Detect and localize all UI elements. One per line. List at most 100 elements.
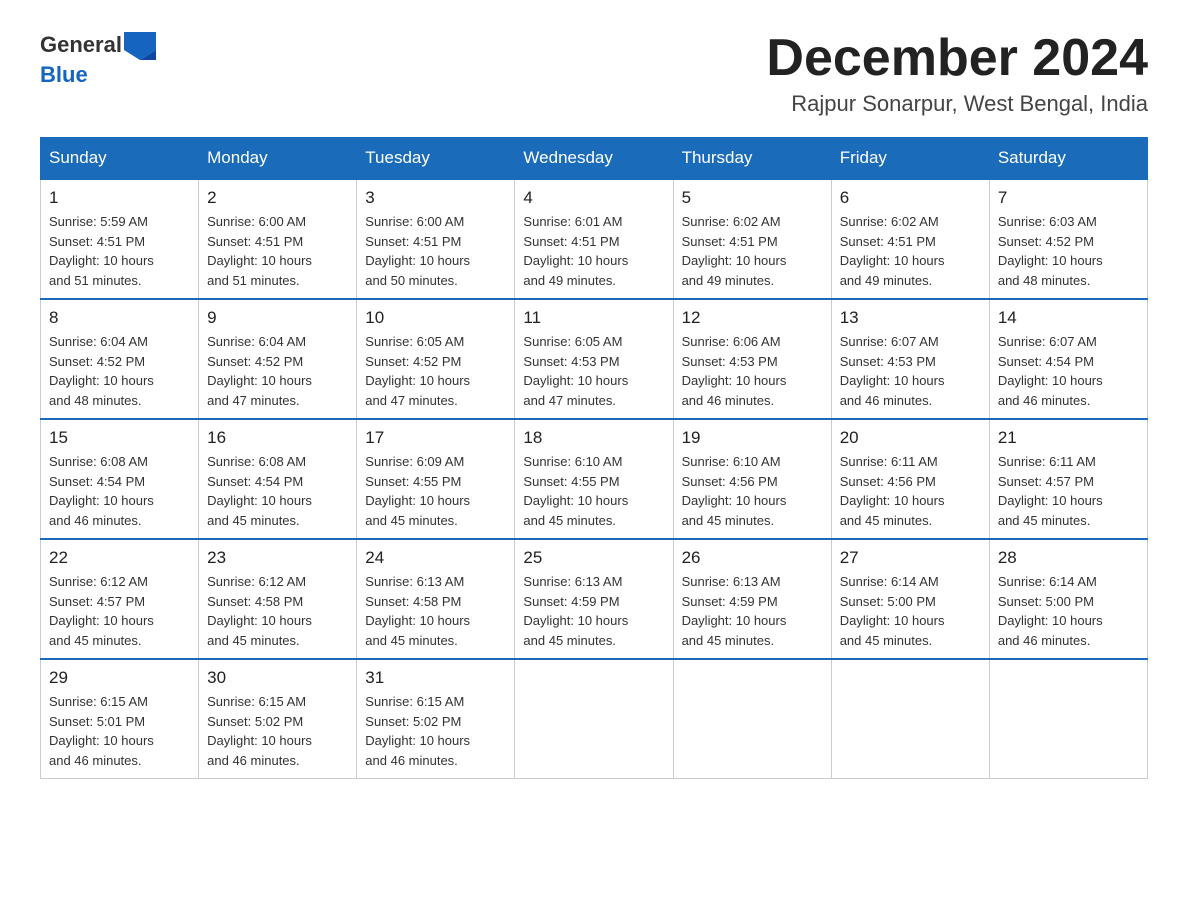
calendar-day-25: 25 Sunrise: 6:13 AMSunset: 4:59 PMDayligh… bbox=[515, 539, 673, 659]
calendar-week-4: 22 Sunrise: 6:12 AMSunset: 4:57 PMDayligh… bbox=[41, 539, 1148, 659]
calendar-day-16: 16Sunrise: 6:08 AMSunset: 4:54 PMDayligh… bbox=[199, 419, 357, 539]
day-number-30: 30 bbox=[207, 668, 348, 688]
day-info-10: Sunrise: 6:05 AMSunset: 4:52 PMDaylight:… bbox=[365, 332, 506, 410]
day-number-7: 7 bbox=[998, 188, 1139, 208]
day-number-10: 10 bbox=[365, 308, 506, 328]
calendar-day-20: 20 Sunrise: 6:11 AMSunset: 4:56 PMDayligh… bbox=[831, 419, 989, 539]
header-saturday: Saturday bbox=[989, 138, 1147, 180]
day-info-28: Sunrise: 6:14 AMSunset: 5:00 PMDaylight:… bbox=[998, 572, 1139, 650]
day-info-26: Sunrise: 6:13 AMSunset: 4:59 PMDaylight:… bbox=[682, 572, 823, 650]
calendar-day-17: 17 Sunrise: 6:09 AMSunset: 4:55 PMDayligh… bbox=[357, 419, 515, 539]
calendar-day-30: 30 Sunrise: 6:15 AMSunset: 5:02 PMDayligh… bbox=[199, 659, 357, 779]
day-number-4: 4 bbox=[523, 188, 664, 208]
calendar-day-1: 1 Sunrise: 5:59 AMSunset: 4:51 PMDaylight… bbox=[41, 179, 199, 299]
day-number-29: 29 bbox=[49, 668, 190, 688]
calendar-day-19: 19Sunrise: 6:10 AMSunset: 4:56 PMDayligh… bbox=[673, 419, 831, 539]
day-info-15: Sunrise: 6:08 AMSunset: 4:54 PMDaylight:… bbox=[49, 452, 190, 530]
calendar-day-31: 31Sunrise: 6:15 AMSunset: 5:02 PMDayligh… bbox=[357, 659, 515, 779]
day-info-5: Sunrise: 6:02 AMSunset: 4:51 PMDaylight:… bbox=[682, 212, 823, 290]
day-info-4: Sunrise: 6:01 AMSunset: 4:51 PMDaylight:… bbox=[523, 212, 664, 290]
day-number-8: 8 bbox=[49, 308, 190, 328]
day-info-25: Sunrise: 6:13 AMSunset: 4:59 PMDaylight:… bbox=[523, 572, 664, 650]
header-tuesday: Tuesday bbox=[357, 138, 515, 180]
day-number-24: 24 bbox=[365, 548, 506, 568]
day-info-1: Sunrise: 5:59 AMSunset: 4:51 PMDaylight:… bbox=[49, 212, 190, 290]
day-number-16: 16 bbox=[207, 428, 348, 448]
day-number-6: 6 bbox=[840, 188, 981, 208]
calendar-empty-4-6 bbox=[989, 659, 1147, 779]
header-thursday: Thursday bbox=[673, 138, 831, 180]
day-number-27: 27 bbox=[840, 548, 981, 568]
calendar-day-28: 28 Sunrise: 6:14 AMSunset: 5:00 PMDayligh… bbox=[989, 539, 1147, 659]
calendar-day-13: 13 Sunrise: 6:07 AMSunset: 4:53 PMDayligh… bbox=[831, 299, 989, 419]
day-number-9: 9 bbox=[207, 308, 348, 328]
day-info-2: Sunrise: 6:00 AMSunset: 4:51 PMDaylight:… bbox=[207, 212, 348, 290]
header: General Blue December 2024 Rajpur Sonarp… bbox=[40, 30, 1148, 117]
day-number-18: 18 bbox=[523, 428, 664, 448]
day-info-19: Sunrise: 6:10 AMSunset: 4:56 PMDaylight:… bbox=[682, 452, 823, 530]
day-info-7: Sunrise: 6:03 AMSunset: 4:52 PMDaylight:… bbox=[998, 212, 1139, 290]
day-info-9: Sunrise: 6:04 AMSunset: 4:52 PMDaylight:… bbox=[207, 332, 348, 410]
calendar-day-15: 15Sunrise: 6:08 AMSunset: 4:54 PMDayligh… bbox=[41, 419, 199, 539]
day-info-6: Sunrise: 6:02 AMSunset: 4:51 PMDaylight:… bbox=[840, 212, 981, 290]
calendar-week-3: 15Sunrise: 6:08 AMSunset: 4:54 PMDayligh… bbox=[41, 419, 1148, 539]
calendar-day-7: 7 Sunrise: 6:03 AMSunset: 4:52 PMDaylight… bbox=[989, 179, 1147, 299]
calendar: SundayMondayTuesdayWednesdayThursdayFrid… bbox=[40, 137, 1148, 779]
calendar-day-23: 23Sunrise: 6:12 AMSunset: 4:58 PMDayligh… bbox=[199, 539, 357, 659]
logo-icon bbox=[124, 32, 156, 60]
day-info-24: Sunrise: 6:13 AMSunset: 4:58 PMDaylight:… bbox=[365, 572, 506, 650]
day-number-3: 3 bbox=[365, 188, 506, 208]
day-number-17: 17 bbox=[365, 428, 506, 448]
calendar-day-2: 2 Sunrise: 6:00 AMSunset: 4:51 PMDaylight… bbox=[199, 179, 357, 299]
logo: General Blue bbox=[40, 30, 156, 88]
day-info-20: Sunrise: 6:11 AMSunset: 4:56 PMDaylight:… bbox=[840, 452, 981, 530]
day-info-21: Sunrise: 6:11 AMSunset: 4:57 PMDaylight:… bbox=[998, 452, 1139, 530]
day-number-12: 12 bbox=[682, 308, 823, 328]
calendar-day-8: 8 Sunrise: 6:04 AMSunset: 4:52 PMDaylight… bbox=[41, 299, 199, 419]
day-number-25: 25 bbox=[523, 548, 664, 568]
calendar-day-12: 12 Sunrise: 6:06 AMSunset: 4:53 PMDayligh… bbox=[673, 299, 831, 419]
header-wednesday: Wednesday bbox=[515, 138, 673, 180]
header-friday: Friday bbox=[831, 138, 989, 180]
day-number-1: 1 bbox=[49, 188, 190, 208]
header-sunday: Sunday bbox=[41, 138, 199, 180]
day-info-3: Sunrise: 6:00 AMSunset: 4:51 PMDaylight:… bbox=[365, 212, 506, 290]
month-title: December 2024 bbox=[766, 30, 1148, 87]
calendar-day-10: 10 Sunrise: 6:05 AMSunset: 4:52 PMDayligh… bbox=[357, 299, 515, 419]
calendar-week-1: 1 Sunrise: 5:59 AMSunset: 4:51 PMDaylight… bbox=[41, 179, 1148, 299]
day-info-12: Sunrise: 6:06 AMSunset: 4:53 PMDaylight:… bbox=[682, 332, 823, 410]
calendar-week-2: 8 Sunrise: 6:04 AMSunset: 4:52 PMDaylight… bbox=[41, 299, 1148, 419]
day-info-18: Sunrise: 6:10 AMSunset: 4:55 PMDaylight:… bbox=[523, 452, 664, 530]
day-number-13: 13 bbox=[840, 308, 981, 328]
day-number-14: 14 bbox=[998, 308, 1139, 328]
day-number-26: 26 bbox=[682, 548, 823, 568]
day-number-20: 20 bbox=[840, 428, 981, 448]
day-number-23: 23 bbox=[207, 548, 348, 568]
day-number-11: 11 bbox=[523, 308, 664, 328]
day-info-22: Sunrise: 6:12 AMSunset: 4:57 PMDaylight:… bbox=[49, 572, 190, 650]
calendar-day-26: 26 Sunrise: 6:13 AMSunset: 4:59 PMDayligh… bbox=[673, 539, 831, 659]
calendar-empty-4-5 bbox=[831, 659, 989, 779]
title-area: December 2024 Rajpur Sonarpur, West Beng… bbox=[766, 30, 1148, 117]
calendar-day-27: 27Sunrise: 6:14 AMSunset: 5:00 PMDayligh… bbox=[831, 539, 989, 659]
day-number-2: 2 bbox=[207, 188, 348, 208]
logo-text-general: General bbox=[40, 32, 122, 58]
calendar-day-22: 22 Sunrise: 6:12 AMSunset: 4:57 PMDayligh… bbox=[41, 539, 199, 659]
calendar-empty-4-3 bbox=[515, 659, 673, 779]
calendar-day-18: 18 Sunrise: 6:10 AMSunset: 4:55 PMDayligh… bbox=[515, 419, 673, 539]
calendar-day-21: 21Sunrise: 6:11 AMSunset: 4:57 PMDayligh… bbox=[989, 419, 1147, 539]
day-number-22: 22 bbox=[49, 548, 190, 568]
day-info-8: Sunrise: 6:04 AMSunset: 4:52 PMDaylight:… bbox=[49, 332, 190, 410]
day-number-28: 28 bbox=[998, 548, 1139, 568]
day-number-5: 5 bbox=[682, 188, 823, 208]
calendar-day-5: 5 Sunrise: 6:02 AMSunset: 4:51 PMDaylight… bbox=[673, 179, 831, 299]
day-info-13: Sunrise: 6:07 AMSunset: 4:53 PMDaylight:… bbox=[840, 332, 981, 410]
day-info-17: Sunrise: 6:09 AMSunset: 4:55 PMDaylight:… bbox=[365, 452, 506, 530]
day-info-30: Sunrise: 6:15 AMSunset: 5:02 PMDaylight:… bbox=[207, 692, 348, 770]
calendar-day-3: 3 Sunrise: 6:00 AMSunset: 4:51 PMDaylight… bbox=[357, 179, 515, 299]
day-info-31: Sunrise: 6:15 AMSunset: 5:02 PMDaylight:… bbox=[365, 692, 506, 770]
calendar-day-11: 11Sunrise: 6:05 AMSunset: 4:53 PMDayligh… bbox=[515, 299, 673, 419]
header-monday: Monday bbox=[199, 138, 357, 180]
day-info-14: Sunrise: 6:07 AMSunset: 4:54 PMDaylight:… bbox=[998, 332, 1139, 410]
calendar-day-6: 6 Sunrise: 6:02 AMSunset: 4:51 PMDaylight… bbox=[831, 179, 989, 299]
